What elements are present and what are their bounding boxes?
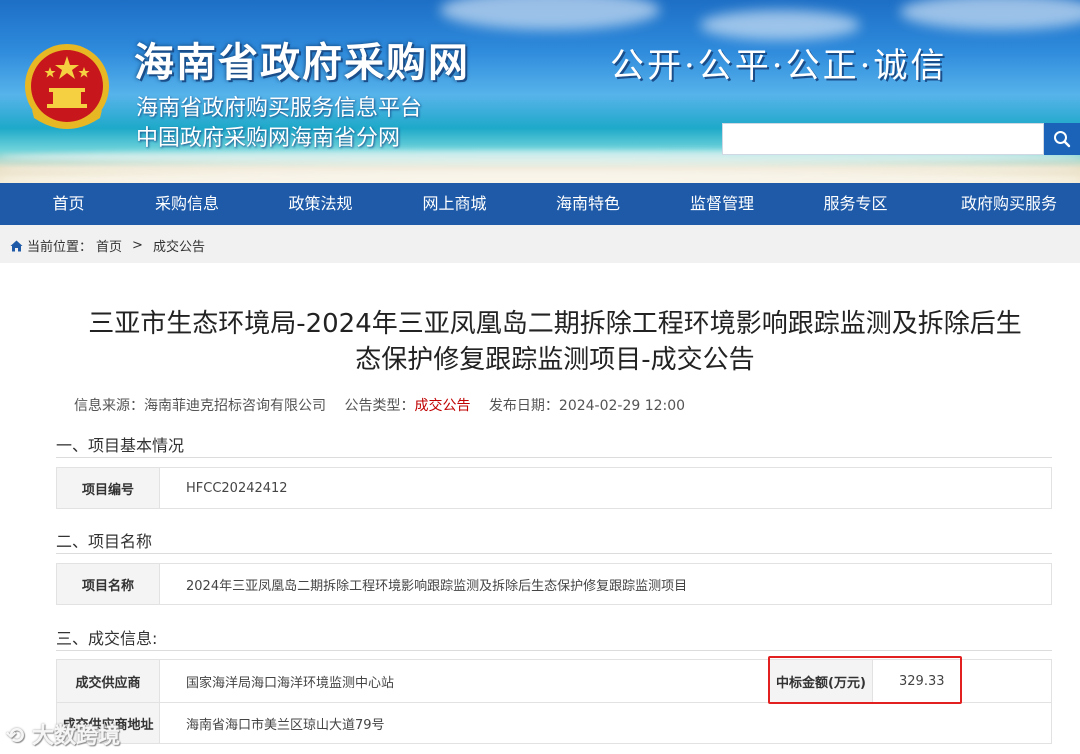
supplier-label: 成交供应商 xyxy=(57,660,160,702)
date-label: 发布日期： xyxy=(488,398,559,414)
supplier-address-row: 成交供应商地址 海南省海口市美兰区琼山大道79号 xyxy=(56,702,1052,744)
project-name-label: 项目名称 xyxy=(57,564,160,604)
date-value: 2024-02-29 12:00 xyxy=(558,398,686,414)
watermark: ⟲ 大数跨境 xyxy=(6,718,120,750)
nav-item-procurement-info[interactable]: 采购信息 xyxy=(137,183,237,225)
search-input[interactable] xyxy=(722,123,1044,155)
project-number-label: 项目编号 xyxy=(57,468,160,508)
section-heading-basic-info: 一、项目基本情况 xyxy=(56,436,185,455)
home-icon xyxy=(10,240,23,251)
nav-item-hainan-features[interactable]: 海南特色 xyxy=(505,183,671,225)
article-title: 三亚市生态环境局-2024年三亚凤凰岛二期拆除工程环境影响跟踪监测及拆除后生 态… xyxy=(55,306,1055,378)
search-icon xyxy=(1054,131,1071,148)
type-value: 成交公告 xyxy=(414,398,471,414)
header-banner: 海南省政府采购网 海南省政府购买服务信息平台 中国政府采购网海南省分网 公开·公… xyxy=(0,0,1080,183)
article-title-line-1: 三亚市生态环境局-2024年三亚凤凰岛二期拆除工程环境影响跟踪监测及拆除后生 xyxy=(88,309,1022,339)
breadcrumb-bar: 当前位置： 首页 > 成交公告 xyxy=(0,225,1080,263)
site-slogan: 公开·公平·公正·诚信 xyxy=(610,46,948,86)
site-subtitle-1: 海南省政府购买服务信息平台 xyxy=(136,96,423,121)
project-number-row: 项目编号 HFCC20242412 xyxy=(56,467,1052,509)
nav-item-policies[interactable]: 政策法规 xyxy=(237,183,404,225)
nav-item-gov-purchase-service[interactable]: 政府购买服务 xyxy=(938,183,1080,225)
national-emblem-icon xyxy=(25,44,109,129)
supplier-value: 国家海洋局海口海洋环境监测中心站 xyxy=(186,675,395,691)
breadcrumb-current[interactable]: 成交公告 xyxy=(153,236,205,255)
project-name-value: 2024年三亚凤凰岛二期拆除工程环境影响跟踪监测及拆除后生态保护修复跟踪监测项目 xyxy=(186,578,688,594)
supplier-address-value: 海南省海口市美兰区琼山大道79号 xyxy=(186,717,385,733)
site-title: 海南省政府采购网 xyxy=(134,40,470,86)
type-label: 公告类型： xyxy=(344,398,415,414)
breadcrumb-prefix: 当前位置： xyxy=(27,240,93,255)
nav-item-online-mall[interactable]: 网上商城 xyxy=(404,183,505,225)
watermark-logo-icon: ⟲ xyxy=(6,724,25,749)
section-divider xyxy=(56,457,1052,458)
amount-highlight-box xyxy=(768,656,962,704)
source-value: 海南菲迪克招标咨询有限公司 xyxy=(144,398,326,414)
section-heading-project-name: 二、项目名称 xyxy=(56,532,153,551)
nav-item-supervision[interactable]: 监督管理 xyxy=(671,183,773,225)
section-heading-deal-info: 三、成交信息: xyxy=(56,629,158,648)
article-title-line-2: 态保护修复跟踪监测项目-成交公告 xyxy=(355,345,755,375)
search-button[interactable] xyxy=(1044,123,1080,155)
project-name-row: 项目名称 2024年三亚凤凰岛二期拆除工程环境影响跟踪监测及拆除后生态保护修复跟… xyxy=(56,563,1052,605)
nav-item-service-zone[interactable]: 服务专区 xyxy=(773,183,938,225)
breadcrumb-home-link[interactable]: 首页 xyxy=(96,236,122,255)
breadcrumb-separator: > xyxy=(132,238,143,253)
project-number-value: HFCC20242412 xyxy=(186,480,288,496)
source-label: 信息来源： xyxy=(74,398,144,414)
section-divider xyxy=(56,553,1052,554)
section-divider xyxy=(56,650,1052,651)
watermark-text: 大数跨境 xyxy=(32,724,121,749)
article-meta: 信息来源：海南菲迪克招标咨询有限公司 公告类型：成交公告 发布日期：2024-0… xyxy=(74,395,685,415)
main-nav: 首页 采购信息 政策法规 网上商城 海南特色 监督管理 服务专区 政府购买服务 xyxy=(0,183,1080,225)
site-subtitle-2: 中国政府采购网海南省分网 xyxy=(136,126,401,151)
breadcrumb: 当前位置： 首页 > 成交公告 xyxy=(10,236,205,255)
nav-item-home[interactable]: 首页 xyxy=(0,183,137,225)
